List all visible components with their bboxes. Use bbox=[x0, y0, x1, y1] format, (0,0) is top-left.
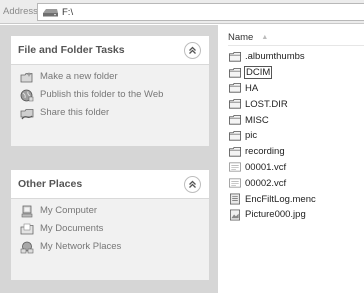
other-places-header[interactable]: Other Places bbox=[11, 170, 209, 199]
file-name: EncFiltLog.menc bbox=[245, 193, 316, 205]
collapse-button[interactable] bbox=[184, 175, 201, 193]
file-name: pic bbox=[245, 130, 258, 142]
address-path: F:\ bbox=[62, 6, 74, 18]
file-list-item[interactable]: LOST.DIR bbox=[228, 96, 364, 112]
file-list-item[interactable]: MISC bbox=[228, 112, 364, 128]
file-folder-tasks-panel: File and Folder Tasks Make a new folder bbox=[11, 36, 209, 146]
share-folder-icon bbox=[20, 109, 34, 120]
file-list-item[interactable]: DCIM bbox=[228, 65, 364, 81]
file-list-pane: Name ▲ .albumthumbs DCIM HA LOST.DIR MISC pic… bbox=[218, 25, 364, 293]
sort-ascending-icon: ▲ bbox=[261, 33, 269, 41]
file-list-item[interactable]: EncFiltLog.menc bbox=[228, 191, 364, 207]
place-my-computer[interactable]: My Computer bbox=[20, 205, 201, 218]
double-chevron-up-icon bbox=[189, 46, 196, 54]
double-chevron-up-icon bbox=[189, 180, 196, 188]
network-places-icon bbox=[20, 241, 34, 254]
publish-web-icon bbox=[20, 89, 34, 102]
file-name: recording bbox=[245, 146, 285, 158]
file-name: .albumthumbs bbox=[245, 51, 305, 63]
document-file-icon bbox=[230, 193, 240, 205]
task-pane: File and Folder Tasks Make a new folder bbox=[0, 25, 218, 293]
task-label: Share this folder bbox=[40, 107, 110, 118]
file-name: 00002.vcf bbox=[245, 177, 287, 189]
folder-icon bbox=[229, 51, 241, 62]
folder-icon bbox=[229, 83, 241, 94]
place-my-documents[interactable]: My Documents bbox=[20, 223, 201, 236]
address-label: Address bbox=[3, 6, 38, 17]
vcard-file-icon bbox=[229, 178, 241, 188]
file-name: LOST.DIR bbox=[245, 98, 288, 110]
folder-icon bbox=[229, 146, 241, 157]
file-list-item[interactable]: Picture000.jpg bbox=[228, 207, 364, 223]
file-list-item[interactable]: pic bbox=[228, 128, 364, 144]
column-label: Name bbox=[228, 31, 254, 43]
name-column-header[interactable]: Name ▲ bbox=[228, 29, 364, 46]
task-share-folder[interactable]: Share this folder bbox=[20, 107, 201, 120]
folder-icon bbox=[229, 99, 241, 109]
file-name: 00001.vcf bbox=[245, 161, 287, 173]
file-list-item[interactable]: HA bbox=[228, 81, 364, 97]
folder-icon bbox=[229, 130, 241, 141]
file-list-item[interactable]: recording bbox=[228, 144, 364, 160]
new-folder-icon bbox=[20, 72, 33, 83]
my-computer-icon bbox=[21, 205, 33, 218]
file-name: DCIM bbox=[243, 66, 273, 80]
address-field[interactable]: F:\ bbox=[37, 3, 364, 21]
panel-title: File and Folder Tasks bbox=[18, 44, 125, 56]
my-documents-icon bbox=[20, 223, 34, 235]
file-folder-tasks-header[interactable]: File and Folder Tasks bbox=[11, 36, 209, 65]
address-bar: Address F:\ bbox=[0, 0, 364, 24]
other-places-panel: Other Places My Computer My Documents My… bbox=[11, 170, 209, 280]
image-file-icon bbox=[230, 209, 240, 221]
file-list: .albumthumbs DCIM HA LOST.DIR MISC pic recordi… bbox=[228, 49, 364, 223]
file-name: HA bbox=[245, 82, 259, 94]
file-name: Picture000.jpg bbox=[245, 209, 306, 221]
file-list-item[interactable]: 00002.vcf bbox=[228, 175, 364, 191]
place-my-network-places[interactable]: My Network Places bbox=[20, 241, 201, 254]
task-label: Make a new folder bbox=[40, 71, 118, 82]
task-label: Publish this folder to the Web bbox=[40, 89, 164, 100]
file-list-item[interactable]: 00001.vcf bbox=[228, 160, 364, 176]
drive-icon bbox=[43, 8, 58, 16]
task-make-new-folder[interactable]: Make a new folder bbox=[20, 71, 201, 84]
task-publish-web[interactable]: Publish this folder to the Web bbox=[20, 89, 201, 102]
collapse-button[interactable] bbox=[184, 41, 201, 59]
place-label: My Network Places bbox=[40, 241, 122, 252]
folder-icon bbox=[229, 115, 241, 125]
panel-title: Other Places bbox=[18, 178, 83, 190]
file-list-item[interactable]: .albumthumbs bbox=[228, 49, 364, 65]
place-label: My Documents bbox=[40, 223, 104, 234]
file-name: MISC bbox=[245, 114, 269, 126]
folder-icon bbox=[229, 67, 241, 78]
place-label: My Computer bbox=[40, 205, 98, 216]
vcard-file-icon bbox=[229, 162, 241, 172]
